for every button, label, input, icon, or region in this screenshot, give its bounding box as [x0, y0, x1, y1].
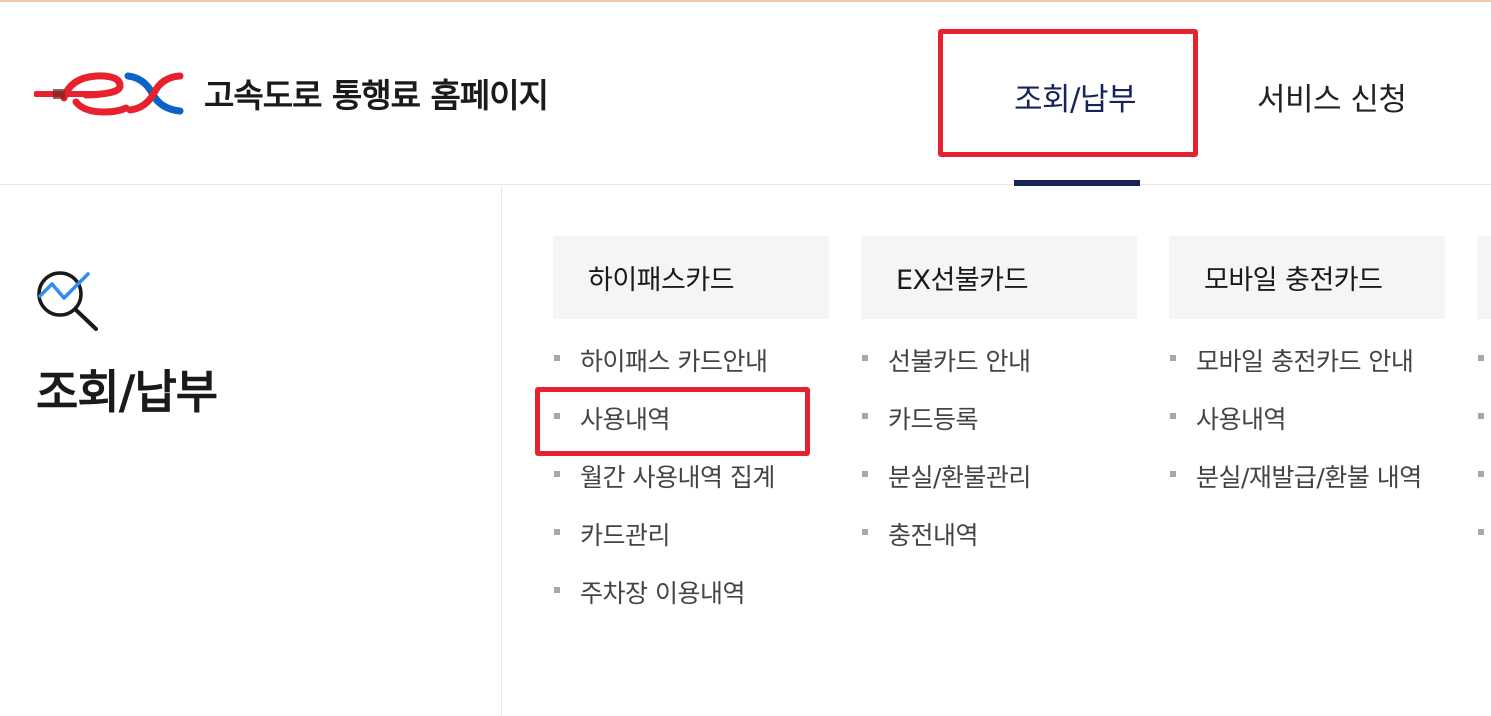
submenu-item[interactable]: 분실/환불관리: [861, 458, 1137, 516]
submenu-item[interactable]: 월간 사용내역 집계: [553, 458, 829, 516]
nav-item-inquiry-payment[interactable]: 조회/납부: [1014, 74, 1137, 119]
search-chart-icon: [37, 271, 98, 331]
section-title: 조회/납부: [36, 365, 218, 419]
column-header-hipass: 하이패스카드: [553, 236, 829, 319]
submenu-item[interactable]: 주차장 이용내역: [553, 574, 829, 632]
submenu-item[interactable]: 충전내역: [861, 516, 1137, 574]
menu-column-ex-prepaid: EX선불카드 선불카드 안내 카드등록 분실/환불관리 충전내역: [861, 236, 1137, 574]
bullet-icon: [1478, 471, 1484, 477]
column-header-mobile-charge: 모바일 충전카드: [1169, 236, 1445, 319]
submenu-item[interactable]: [1477, 400, 1491, 458]
submenu-item[interactable]: 선불카드 안내: [861, 342, 1137, 400]
active-nav-underline: [1014, 180, 1140, 186]
bullet-icon: [554, 587, 560, 593]
submenu-item[interactable]: 사용내역: [1169, 400, 1445, 458]
submenu-item-usage-history[interactable]: 사용내역: [553, 400, 829, 458]
column-header-clipped: [1477, 236, 1491, 319]
bullet-icon: [554, 413, 560, 419]
submenu-item[interactable]: 카드등록: [861, 400, 1137, 458]
bullet-icon: [862, 355, 868, 361]
site-title: 고속도로 통행료 홈페이지: [204, 76, 549, 115]
menu-column-mobile-charge: 모바일 충전카드 모바일 충전카드 안내 사용내역 분실/재발급/환불 내역: [1169, 236, 1445, 516]
bullet-icon: [554, 529, 560, 535]
bullet-icon: [1478, 413, 1484, 419]
site-header: 고속도로 통행료 홈페이지 조회/납부 서비스 신청: [0, 2, 1491, 186]
bullet-icon: [1478, 529, 1484, 535]
submenu-item[interactable]: 분실/재발급/환불 내역: [1169, 458, 1445, 516]
bullet-icon: [862, 471, 868, 477]
submenu-list-ex-prepaid: 선불카드 안내 카드등록 분실/환불관리 충전내역: [861, 342, 1137, 574]
bullet-icon: [862, 413, 868, 419]
submenu-item[interactable]: [1477, 342, 1491, 400]
bullet-icon: [1170, 413, 1176, 419]
submenu-item[interactable]: 카드관리: [553, 516, 829, 574]
ex-logo-icon: [34, 72, 184, 116]
submenu-list-mobile-charge: 모바일 충전카드 안내 사용내역 분실/재발급/환불 내역: [1169, 342, 1445, 516]
submenu-item[interactable]: [1477, 516, 1491, 574]
nav-item-service-application[interactable]: 서비스 신청: [1257, 74, 1407, 119]
submenu-item[interactable]: 하이패스 카드안내: [553, 342, 829, 400]
bullet-icon: [554, 471, 560, 477]
column-header-ex-prepaid: EX선불카드: [861, 236, 1137, 319]
submenu-list-clipped: [1477, 342, 1491, 574]
submenu-item[interactable]: 모바일 충전카드 안내: [1169, 342, 1445, 400]
menu-column-hipass: 하이패스카드 하이패스 카드안내 사용내역 월간 사용내역 집계 카드관리 주차…: [553, 236, 829, 632]
submenu-item[interactable]: [1477, 458, 1491, 516]
bullet-icon: [862, 529, 868, 535]
submenu-list-hipass: 하이패스 카드안내 사용내역 월간 사용내역 집계 카드관리 주차장 이용내역: [553, 342, 829, 632]
site-logo[interactable]: 고속도로 통행료 홈페이지: [34, 68, 549, 118]
bullet-icon: [1170, 471, 1176, 477]
bullet-icon: [1478, 355, 1484, 361]
bullet-icon: [1170, 355, 1176, 361]
bullet-icon: [554, 355, 560, 361]
section-panel: 조회/납부: [0, 186, 502, 716]
menu-column-clipped: [1477, 236, 1491, 574]
